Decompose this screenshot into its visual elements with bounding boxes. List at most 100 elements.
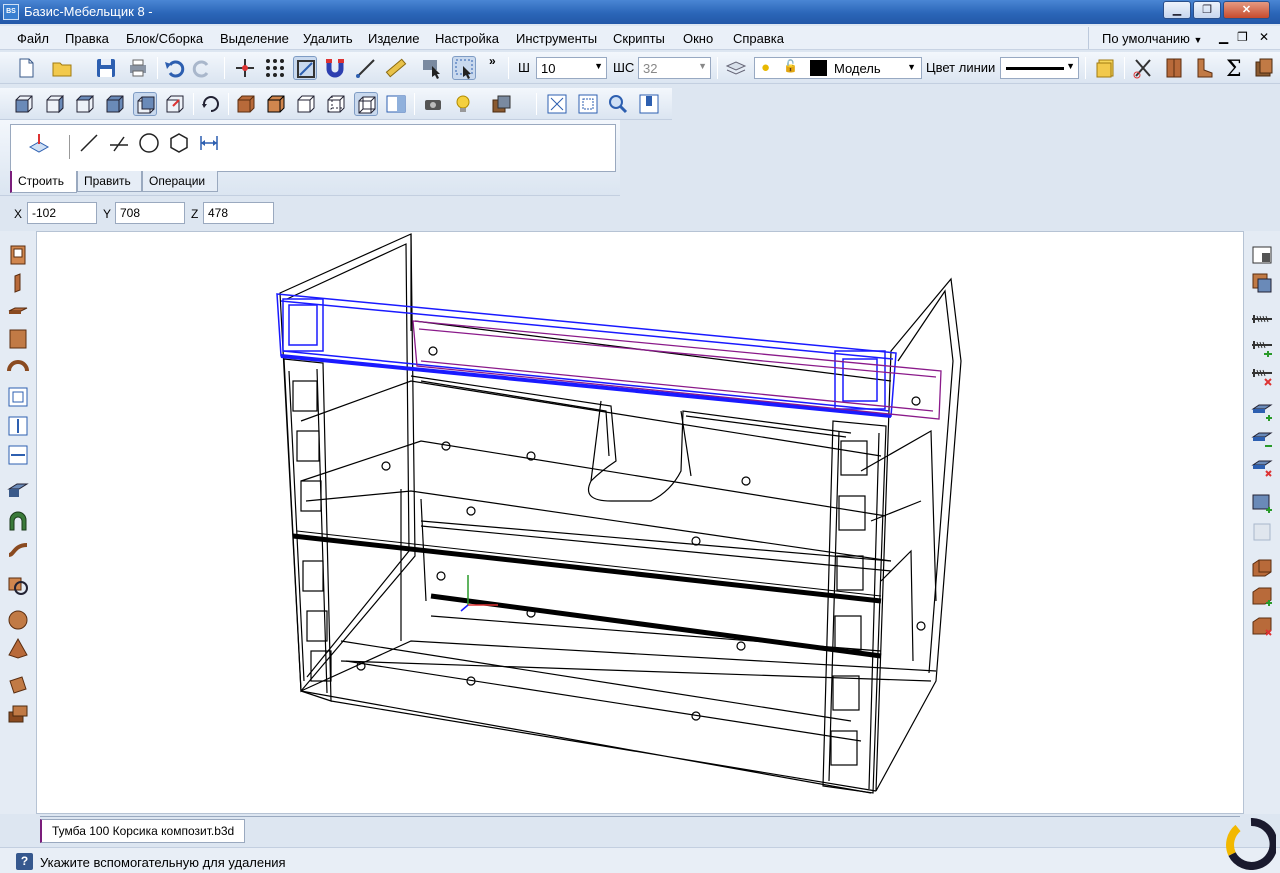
menu-scripts[interactable]: Скрипты [613,31,665,46]
hexagon-icon[interactable] [167,131,191,155]
view-axes-icon[interactable] [163,92,187,116]
menu-help[interactable]: Справка [733,31,784,46]
hole-add-icon[interactable] [1250,491,1274,515]
line-style-select[interactable]: ▼ [1000,57,1079,79]
panel-front-icon[interactable] [6,243,30,267]
panel-vertical-icon[interactable] [6,271,30,295]
zoom-window-icon[interactable] [576,92,600,116]
maximize-button[interactable]: ❐ [1193,1,1221,19]
folder-props-icon[interactable] [1094,56,1118,80]
sphere-icon[interactable] [6,608,30,632]
new-file-icon[interactable] [14,56,38,80]
view-left-icon[interactable] [43,92,67,116]
3d-viewport[interactable] [36,231,1244,814]
view-top-icon[interactable] [73,92,97,116]
circle-icon[interactable] [137,131,161,155]
x-coordinate-input[interactable]: -102 [27,202,97,224]
preset-dropdown[interactable]: По умолчанию ▼ [1088,27,1208,49]
save-icon[interactable] [94,56,118,80]
layers-icon[interactable] [724,56,748,80]
frame-snap-icon[interactable] [293,56,317,80]
sum-icon[interactable]: Σ [1222,56,1246,80]
screw-add-icon[interactable] [1250,335,1274,359]
light-bulb-icon[interactable] [452,92,476,116]
minimize-button[interactable]: ▁ [1163,1,1191,19]
ruler-icon[interactable] [384,56,408,80]
hole-icon[interactable] [1250,520,1274,544]
frame-panel-icon[interactable] [6,385,30,409]
menu-selection[interactable]: Выделение [220,31,289,46]
drawer-add-icon[interactable] [1250,584,1274,608]
axis-snap-icon[interactable] [233,56,257,80]
tab-operations[interactable]: Операции [142,171,218,192]
boot-icon[interactable] [1192,56,1216,80]
mdi-close-button[interactable]: ✕ [1259,30,1269,44]
cutting-icon[interactable] [1131,56,1155,80]
toolbar-overflow[interactable]: » [489,54,496,68]
edge-delete-icon[interactable] [1250,455,1274,479]
curved-panel-icon[interactable] [6,537,30,561]
menu-window[interactable]: Окно [683,31,713,46]
zoom-pan-icon[interactable] [637,92,661,116]
horizontal-size-icon[interactable] [6,443,30,467]
y-coordinate-input[interactable]: 708 [115,202,185,224]
vertical-size-icon[interactable] [6,414,30,438]
bent-panel-icon[interactable] [6,355,30,379]
print-icon[interactable] [126,56,150,80]
fastener-list-icon[interactable] [1250,243,1274,267]
menu-settings[interactable]: Настройка [435,31,499,46]
fastener-add-icon[interactable] [1250,271,1274,295]
hidden-lines-icon[interactable] [324,92,348,116]
arch-icon[interactable] [6,509,30,533]
cabinet-icon[interactable] [1162,56,1186,80]
menu-block[interactable]: Блок/Сборка [126,31,203,46]
view-back-icon[interactable] [133,92,157,116]
mdi-minimize-button[interactable]: ▁ [1219,30,1228,44]
layer-selector[interactable]: ● 🔓 Модель ▼ [754,57,922,79]
menu-delete[interactable]: Удалить [303,31,353,46]
wireframe-icon[interactable] [294,92,318,116]
block-icon[interactable] [6,702,30,726]
drawer-delete-icon[interactable] [1250,614,1274,638]
menu-product[interactable]: Изделие [368,31,419,46]
magnet-icon[interactable] [323,56,347,80]
close-button[interactable]: ✕ [1223,1,1270,19]
body-rotation-icon[interactable] [6,573,30,597]
open-folder-icon[interactable] [50,56,74,80]
tab-edit[interactable]: Править [77,171,142,192]
redo-icon[interactable] [191,56,215,80]
shaded-icon[interactable] [234,92,258,116]
view-iso-icon[interactable] [103,92,127,116]
dimension-icon[interactable] [197,131,221,155]
screw-delete-icon[interactable] [1250,363,1274,387]
menu-edit[interactable]: Правка [65,31,109,46]
menu-file[interactable]: Файл [17,31,49,46]
line-measure-icon[interactable] [354,56,378,80]
shc-input[interactable]: 32 ▼ [638,57,711,79]
pipe-icon[interactable] [6,673,30,697]
drawer-icon[interactable] [1250,556,1274,580]
profile-extrude-icon[interactable] [6,479,30,503]
rotate-view-icon[interactable] [199,92,223,116]
select-pointer-icon[interactable] [420,56,444,80]
selected-wire-icon[interactable] [354,92,378,116]
screw-icon[interactable] [1250,307,1274,331]
undo-icon[interactable] [162,56,186,80]
cone-icon[interactable] [6,636,30,660]
panel-horizontal-icon[interactable] [6,299,30,323]
document-tab[interactable]: Тумба 100 Корсика композит.b3d [40,819,246,843]
z-coordinate-input[interactable]: 478 [203,202,274,224]
menu-tools[interactable]: Инструменты [516,31,597,46]
tab-build[interactable]: Строить [10,171,77,193]
edge-add-icon[interactable] [1250,399,1274,423]
drawer-box-icon[interactable] [1252,56,1276,80]
select-window-icon[interactable] [452,56,476,80]
width-input[interactable]: 10 ▼ [536,57,607,79]
view-front-icon[interactable] [12,92,36,116]
mdi-restore-button[interactable]: ❐ [1237,30,1248,44]
panel-back-icon[interactable] [6,327,30,351]
construct-icon[interactable] [27,131,51,155]
panel-view-icon[interactable] [384,92,408,116]
parallel-line-icon[interactable] [107,131,131,155]
edge-move-icon[interactable] [1250,427,1274,451]
